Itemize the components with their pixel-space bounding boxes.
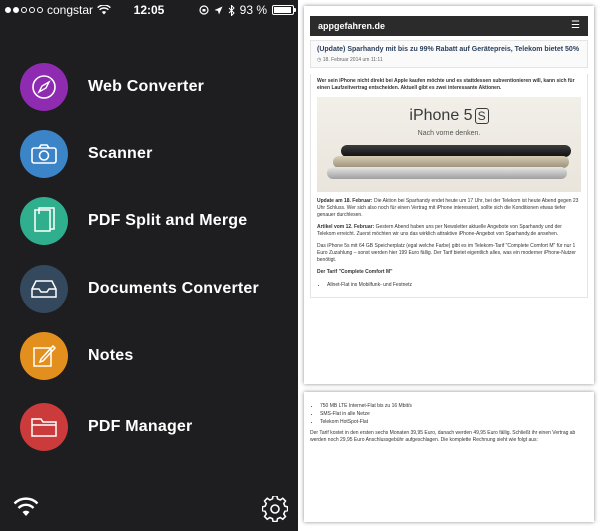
- status-bar: congstar 12:05 93 %: [0, 0, 298, 20]
- tray-icon: [31, 280, 57, 298]
- battery-percentage: 93 %: [239, 3, 267, 17]
- site-name[interactable]: appgefahren.de: [318, 21, 385, 31]
- location-arrow-icon: [214, 6, 223, 14]
- web-converter-icon-circle: [20, 63, 68, 111]
- banner-brand: iPhone 5S: [317, 107, 581, 125]
- menu-item-label: Documents Converter: [88, 280, 259, 297]
- compass-icon: [32, 75, 56, 99]
- documents-icon: [34, 207, 55, 232]
- iphone-banner-image: iPhone 5S Nach vorne denken.: [317, 97, 581, 192]
- tariff-paragraph: Das iPhone 5s mit 64 GB Speicherplatz (e…: [317, 243, 576, 263]
- menu-item-pdf-split-merge[interactable]: PDF Split and Merge: [20, 196, 247, 246]
- banner-tagline: Nach vorne denken.: [417, 130, 481, 137]
- article-intro: Wer sein iPhone nicht direkt bei Apple k…: [317, 78, 575, 91]
- menu-item-label: Notes: [88, 347, 134, 364]
- gear-icon[interactable]: [262, 496, 288, 522]
- menu-item-pdf-manager[interactable]: PDF Manager: [20, 402, 192, 452]
- list-item: 750 MB LTE Internet-Flat bis zu 16 Mbit/…: [320, 402, 588, 410]
- article-page-bottom: 750 MB LTE Internet-Flat bis zu 16 Mbit/…: [304, 392, 594, 522]
- menu-item-web-converter[interactable]: Web Converter: [20, 62, 204, 112]
- pencil-icon: [33, 344, 57, 367]
- app-screen: congstar 12:05 93 % Web Converter Scanne…: [0, 0, 298, 531]
- tariff-list-top: Allnet-Flat ins Mobilfunk- und Festnetz: [327, 281, 581, 289]
- camera-icon: [31, 144, 57, 164]
- clock-icon: ◷: [317, 57, 322, 63]
- menu-item-label: PDF Split and Merge: [88, 212, 248, 229]
- article-page-top: appgefahren.de ☰ (Update) Sparhandy mit …: [304, 6, 594, 384]
- scanner-icon-circle: [20, 130, 68, 178]
- orientation-lock-icon: [199, 5, 209, 15]
- article-title[interactable]: (Update) Sparhandy mit bis zu 99% Rabatt…: [317, 45, 581, 54]
- documents-converter-icon-circle: [20, 265, 68, 313]
- wifi-icon[interactable]: [12, 496, 40, 518]
- article-header: (Update) Sparhandy mit bis zu 99% Rabatt…: [310, 40, 588, 68]
- pdf-manager-icon-circle: [20, 403, 68, 451]
- banner-brand-text: iPhone 5: [409, 107, 473, 124]
- update-lead: Update am 18. Februar:: [317, 198, 373, 204]
- battery-icon: [272, 5, 296, 15]
- article-date: ◷ 18. Februar 2014 um 11:11: [317, 57, 581, 63]
- folder-icon: [31, 418, 57, 437]
- site-header: appgefahren.de ☰: [310, 16, 588, 36]
- list-item: SMS-Flat in alle Netze: [320, 410, 588, 418]
- pdf-split-icon-circle: [20, 197, 68, 245]
- article-body: Wer sein iPhone nicht direkt bei Apple k…: [310, 74, 588, 298]
- iphone-stack-illustration: [327, 145, 571, 187]
- update-paragraph: Update am 18. Februar: Die Aktion bei Sp…: [317, 198, 581, 219]
- pricing-paragraph: Der Tarif kostet in den ersten sechs Mon…: [310, 430, 576, 443]
- menu-item-scanner[interactable]: Scanner: [20, 129, 153, 179]
- list-item: Telekom HotSpot-Flat: [320, 418, 588, 426]
- menu-item-label: PDF Manager: [88, 418, 193, 435]
- menu-item-notes[interactable]: Notes: [20, 331, 133, 381]
- hamburger-menu-icon[interactable]: ☰: [571, 21, 580, 31]
- article-lead: Artikel vom 12. Februar:: [317, 224, 375, 230]
- article-paragraph: Artikel vom 12. Februar: Gestern Abend h…: [317, 224, 581, 238]
- menu-item-documents-converter[interactable]: Documents Converter: [20, 264, 259, 314]
- list-item: Allnet-Flat ins Mobilfunk- und Festnetz: [327, 281, 581, 289]
- banner-brand-suffix: S: [474, 108, 489, 124]
- menu-item-label: Scanner: [88, 145, 153, 162]
- notes-icon-circle: [20, 332, 68, 380]
- menu-item-label: Web Converter: [88, 78, 205, 95]
- bluetooth-icon: [228, 4, 235, 16]
- tariff-heading: Der Tarif "Complete Comfort M": [317, 269, 393, 275]
- tariff-list-bottom: 750 MB LTE Internet-Flat bis zu 16 Mbit/…: [320, 402, 588, 426]
- article-date-text: 18. Februar 2014 um 11:11: [322, 57, 383, 63]
